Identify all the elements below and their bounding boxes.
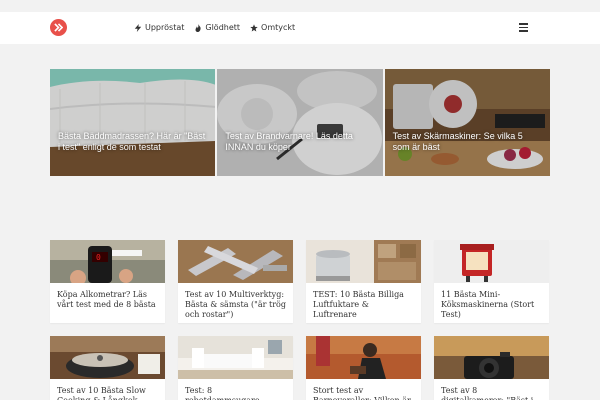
popcorn-machine-image [434, 240, 549, 283]
article-card[interactable]: 0 Köpa Alkometrar? Läs vårt test med de … [50, 240, 165, 323]
lightning-icon [134, 23, 142, 32]
article-title: TEST: 10 Bästa Billiga Luftfuktare & Luf… [313, 290, 404, 319]
svg-text:0: 0 [96, 253, 101, 262]
featured-article-title: Bästa Bäddmadrassen? Här är "Bäst i test… [58, 131, 206, 152]
star-icon [250, 23, 258, 31]
image-overlay [217, 69, 383, 176]
flame-icon [195, 23, 201, 32]
article-card[interactable]: Test av 8 digitalkameror: "Bäst i test" [434, 336, 549, 400]
humidifier-image [306, 240, 421, 283]
slow-cooker-image [50, 336, 165, 379]
site-header: Uppröstat Glödhett Omtyckt [0, 12, 600, 44]
nav-item-label: Omtyckt [261, 23, 296, 32]
child-image [306, 336, 421, 379]
camera-image [434, 336, 549, 379]
featured-article-title: Test av Skärmaskiner: Se vilka 5 som är … [392, 131, 523, 152]
double-chevron-right-icon [54, 23, 63, 32]
featured-article-smoke-detector[interactable]: Test av Brandvarnare! Läs detta INNAN du… [217, 69, 383, 176]
article-title: Test: 8 robotdammsugare, robotgräsklippa… [185, 386, 262, 400]
image-overlay [384, 69, 550, 176]
site-logo[interactable] [50, 19, 67, 36]
image-overlay [50, 69, 216, 176]
living-room-image [178, 336, 293, 379]
article-title: Köpa Alkometrar? Läs vårt test med de 8 … [57, 290, 156, 309]
article-card[interactable]: Test av 10 Bästa Slow Cooking & Långkok [50, 336, 165, 400]
featured-article-slicer[interactable]: Test av Skärmaskiner: Se vilka 5 som är … [384, 69, 550, 176]
article-card[interactable]: Stort test av Barnoveraller: Vilken är e… [306, 336, 421, 400]
nav-item-label: Uppröstat [145, 23, 185, 32]
nav-item-label: Glödhett [205, 23, 241, 32]
nav-item-upvoted[interactable]: Uppröstat [134, 23, 184, 32]
article-title: Test av 10 Bästa Slow Cooking & Långkok [57, 386, 146, 400]
article-title: Test av 10 Multiverktyg: Bästa & sämsta … [185, 290, 286, 319]
article-card[interactable]: 11 Bästa Mini-Köksmaskinerna (Stort Test… [434, 240, 549, 323]
featured-article-title: Test av Brandvarnare! Läs detta INNAN du… [225, 131, 353, 152]
article-grid: 0 Köpa Alkometrar? Läs vårt test med de … [50, 240, 550, 400]
article-title: Stort test av Barnoveraller: Vilken är e… [313, 386, 411, 400]
multitool-image [178, 240, 293, 283]
article-title: Test av 8 digitalkameror: "Bäst i test" [441, 386, 533, 400]
featured-article-mattress[interactable]: Bästa Bäddmadrassen? Här är "Bäst i test… [50, 69, 216, 176]
featured-articles: Bästa Bäddmadrassen? Här är "Bäst i test… [50, 69, 550, 176]
article-card[interactable]: Test: 8 robotdammsugare, robotgräsklippa… [178, 336, 293, 400]
main-nav: Uppröstat Glödhett Omtyckt [134, 23, 295, 32]
article-card[interactable]: Test av 10 Multiverktyg: Bästa & sämsta … [178, 240, 293, 323]
breathalyzer-image: 0 [50, 240, 165, 283]
nav-item-hot[interactable]: Glödhett [194, 23, 240, 32]
hamburger-menu-icon[interactable] [519, 23, 528, 32]
article-card[interactable]: TEST: 10 Bästa Billiga Luftfuktare & Luf… [306, 240, 421, 323]
nav-item-liked[interactable]: Omtyckt [250, 23, 295, 32]
article-title: 11 Bästa Mini-Köksmaskinerna (Stort Test… [441, 290, 535, 319]
